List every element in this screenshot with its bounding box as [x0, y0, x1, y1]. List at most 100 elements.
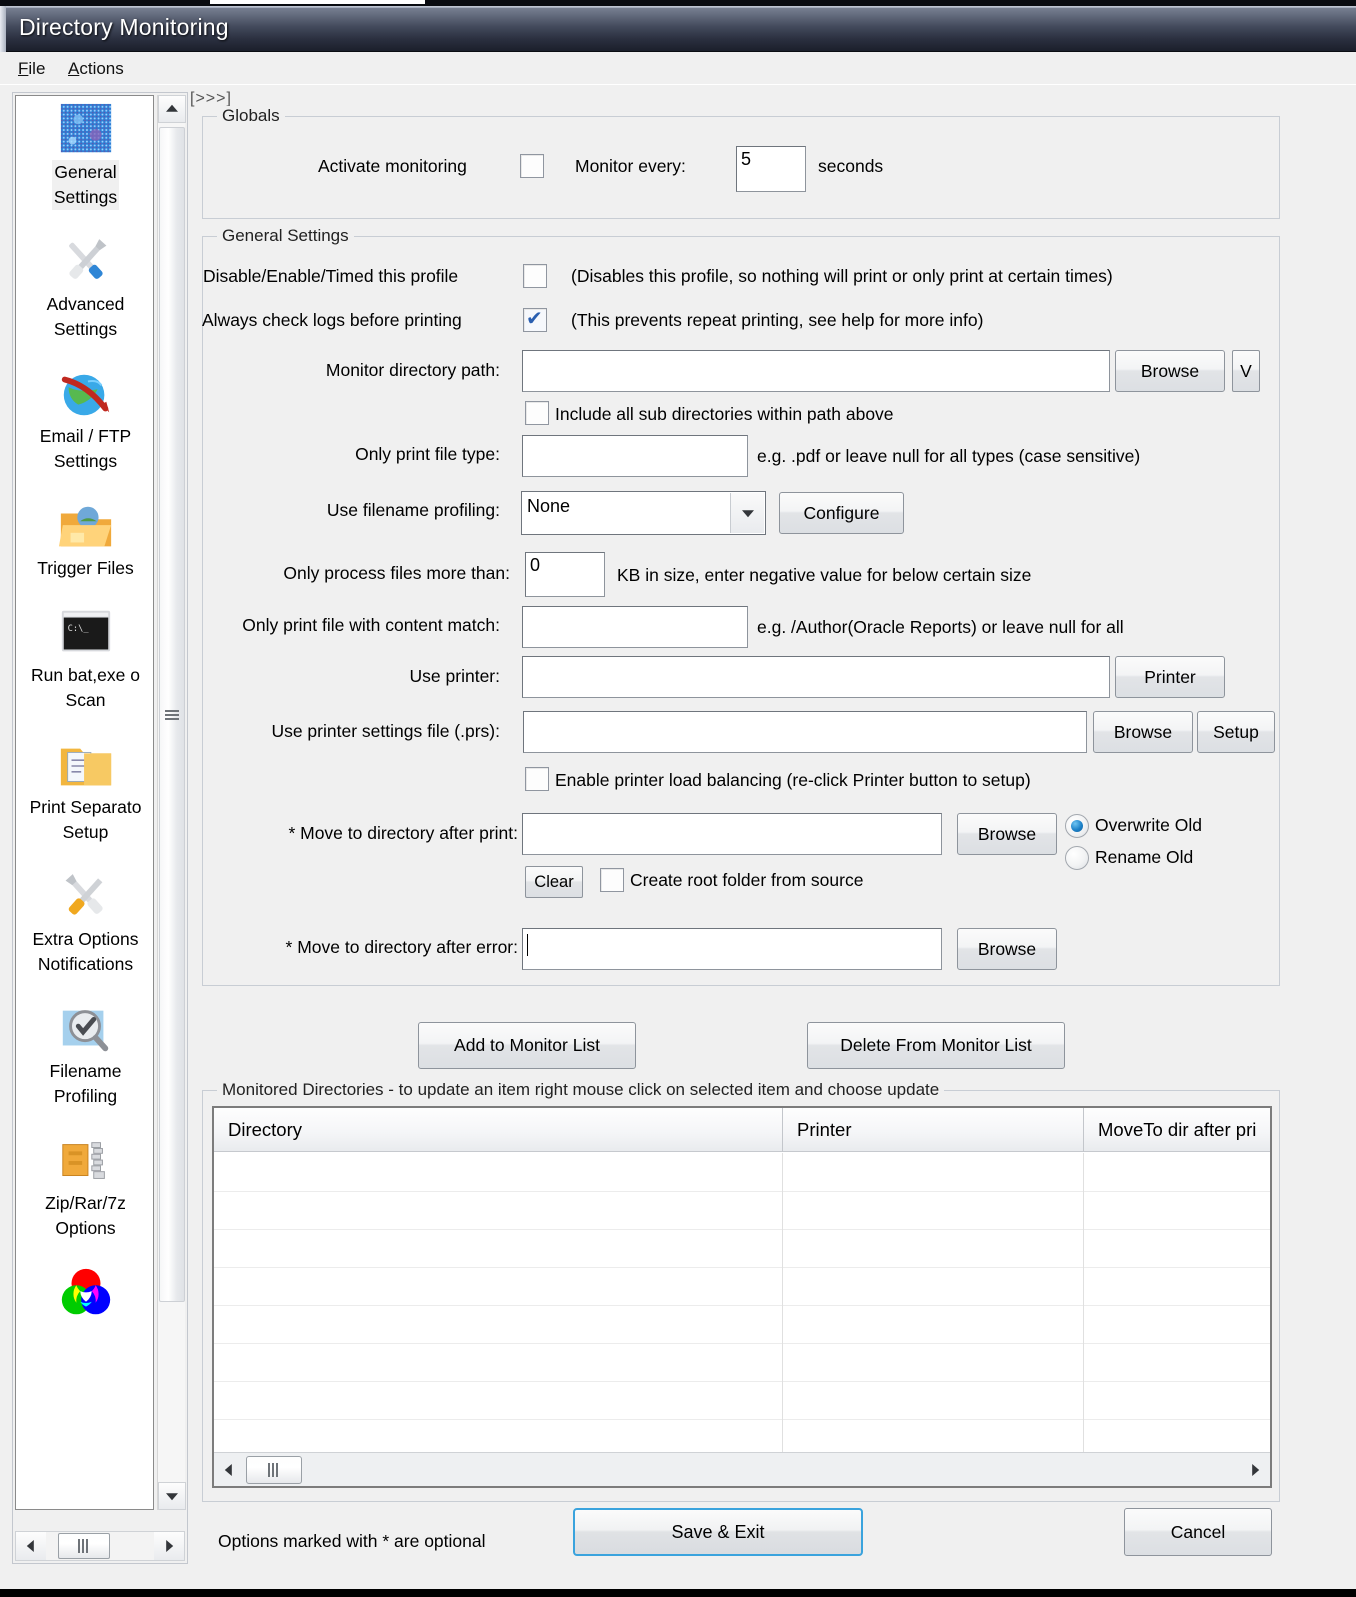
table-row[interactable] — [214, 1229, 1270, 1268]
overwrite-old-label: Overwrite Old — [1095, 815, 1202, 835]
activate-monitoring-checkbox[interactable] — [520, 154, 544, 178]
prs-setup-button[interactable]: Setup — [1197, 711, 1275, 753]
sidebar-item-label: Advanced — [46, 294, 125, 314]
sidebar-item-email-ftp[interactable]: Email / FTP Settings — [16, 360, 153, 474]
disable-profile-label: Disable/Enable/Timed this profile — [203, 266, 459, 286]
globe-arrow-icon — [55, 366, 117, 424]
move-after-error-label: * Move to directory after error: — [285, 937, 518, 957]
table-row[interactable] — [214, 1381, 1270, 1420]
prs-file-input[interactable] — [523, 711, 1087, 753]
min-size-label: Only process files more than: — [283, 563, 510, 583]
configure-button[interactable]: Configure — [779, 492, 904, 534]
chevron-left-icon — [224, 1464, 232, 1476]
sidebar-item-label: Extra Options — [32, 929, 139, 949]
disable-profile-hint: (Disables this profile, so nothing will … — [571, 266, 1113, 286]
sidebar-item-label: Options — [55, 1218, 116, 1238]
add-to-monitor-list-button[interactable]: Add to Monitor List — [418, 1022, 636, 1069]
printer-button[interactable]: Printer — [1115, 656, 1225, 698]
open-folder-icon — [55, 498, 117, 556]
column-header-printer[interactable]: Printer — [783, 1108, 1083, 1152]
table-header-row: Directory Printer MoveTo dir after pri — [214, 1108, 1270, 1152]
monitor-dir-browse-button[interactable]: Browse — [1115, 350, 1225, 392]
rename-old-label: Rename Old — [1095, 847, 1194, 867]
table-horizontal-scrollbar[interactable] — [214, 1452, 1270, 1486]
table-row[interactable] — [214, 1343, 1270, 1382]
scroll-up-button[interactable] — [158, 95, 186, 123]
sidebar-item-trigger-files[interactable]: Trigger Files — [16, 492, 153, 581]
file-type-input[interactable] — [522, 435, 748, 477]
general-settings-legend: General Settings — [217, 226, 354, 246]
scroll-down-button[interactable] — [158, 1482, 186, 1510]
sidebar-item-color-options[interactable] — [16, 1259, 153, 1323]
h-scrollbar-thumb[interactable] — [58, 1533, 110, 1559]
include-subdirectories-label: Include all sub directories within path … — [555, 404, 894, 424]
grip-icon — [78, 1539, 90, 1553]
sidebar-item-filename[interactable]: Filename Profiling — [16, 995, 153, 1109]
move-after-print-browse-button[interactable]: Browse — [957, 813, 1057, 855]
menu-item-file[interactable]: File — [18, 59, 45, 79]
monitored-directories-table[interactable]: Directory Printer MoveTo dir after pri — [212, 1106, 1272, 1488]
scrollbar-thumb[interactable] — [159, 127, 185, 1302]
sidebar-item-label: Setup — [62, 822, 109, 842]
tools-gold-icon — [55, 869, 117, 927]
monitor-dir-input[interactable] — [522, 350, 1110, 392]
sidebar-item-print-separato[interactable]: Print Separato Setup — [16, 731, 153, 845]
prs-file-label: Use printer settings file (.prs): — [271, 721, 500, 741]
monitor-interval-input[interactable]: 5 — [736, 146, 806, 192]
sidebar-item-label: General — [52, 160, 119, 185]
delete-from-monitor-list-button[interactable]: Delete From Monitor List — [807, 1022, 1065, 1069]
column-header-moveto[interactable]: MoveTo dir after pri — [1084, 1108, 1270, 1152]
sidebar-item-general[interactable]: General Settings — [16, 96, 153, 210]
save-and-exit-button[interactable]: Save & Exit — [573, 1508, 863, 1556]
scroll-right-button[interactable] — [154, 1532, 184, 1560]
grip-icon — [165, 709, 179, 720]
sidebar-item-label: Scan — [65, 690, 106, 710]
column-header-directory[interactable]: Directory — [214, 1108, 782, 1152]
check-logs-checkbox[interactable] — [523, 306, 547, 332]
chevron-down-icon[interactable] — [730, 493, 764, 533]
sidebar-item-label: Trigger Files — [37, 558, 134, 578]
sidebar-item-extra-options[interactable]: Extra Options Notifications — [16, 863, 153, 977]
sidebar-item-label: Email / FTP — [39, 426, 132, 446]
move-after-error-input[interactable] — [522, 928, 942, 970]
include-subdirectories-checkbox[interactable] — [525, 401, 549, 425]
sidebar-vertical-scrollbar[interactable] — [157, 95, 186, 1510]
rename-old-radio[interactable] — [1065, 846, 1089, 870]
sidebar-item-run-bat-exe-o[interactable]: C:\_ Run bat,exe o Scan — [16, 599, 153, 713]
filename-profiling-value: None — [527, 496, 571, 516]
table-row[interactable] — [214, 1267, 1270, 1306]
filename-profiling-select[interactable]: None — [521, 491, 766, 535]
overwrite-old-radio[interactable] — [1065, 814, 1089, 838]
table-row[interactable] — [214, 1153, 1270, 1192]
zip-archive-icon — [55, 1133, 117, 1191]
table-scroll-right-button[interactable] — [1244, 1457, 1266, 1483]
cancel-button[interactable]: Cancel — [1124, 1508, 1272, 1556]
load-balancing-checkbox[interactable] — [525, 767, 549, 791]
table-scroll-left-button[interactable] — [218, 1457, 240, 1483]
tools-icon — [55, 234, 117, 292]
disable-profile-checkbox[interactable] — [523, 264, 547, 288]
min-size-input[interactable]: 0 — [525, 552, 605, 597]
sidebar-item-advanced[interactable]: Advanced Settings — [16, 228, 153, 342]
menu-item-actions[interactable]: Actions — [68, 59, 124, 79]
table-row[interactable] — [214, 1305, 1270, 1344]
create-root-folder-checkbox[interactable] — [600, 868, 624, 892]
table-row[interactable] — [214, 1191, 1270, 1230]
sidebar-horizontal-scrollbar[interactable] — [15, 1531, 185, 1561]
use-printer-label: Use printer: — [409, 666, 500, 686]
sidebar-item-zip-rar-7z[interactable]: Zip/Rar/7z Options — [16, 1127, 153, 1241]
seconds-label: seconds — [818, 156, 884, 176]
prs-browse-button[interactable]: Browse — [1093, 711, 1193, 753]
scroll-left-button[interactable] — [16, 1532, 46, 1560]
use-printer-input[interactable] — [522, 656, 1110, 698]
table-scrollbar-thumb[interactable] — [246, 1456, 302, 1484]
monitor-dir-dropdown-button[interactable]: V — [1232, 350, 1260, 392]
sidebar-item-list[interactable]: General Settings Advanced Settings Email /… — [15, 95, 154, 1510]
sidebar-item-label: Settings — [51, 185, 120, 210]
move-after-print-input[interactable] — [522, 813, 942, 855]
content-match-input[interactable] — [522, 606, 748, 648]
activate-monitoring-label: Activate monitoring — [318, 156, 467, 176]
sidebar-item-label: Profiling — [53, 1086, 118, 1106]
clear-button[interactable]: Clear — [525, 866, 583, 898]
move-after-error-browse-button[interactable]: Browse — [957, 928, 1057, 970]
